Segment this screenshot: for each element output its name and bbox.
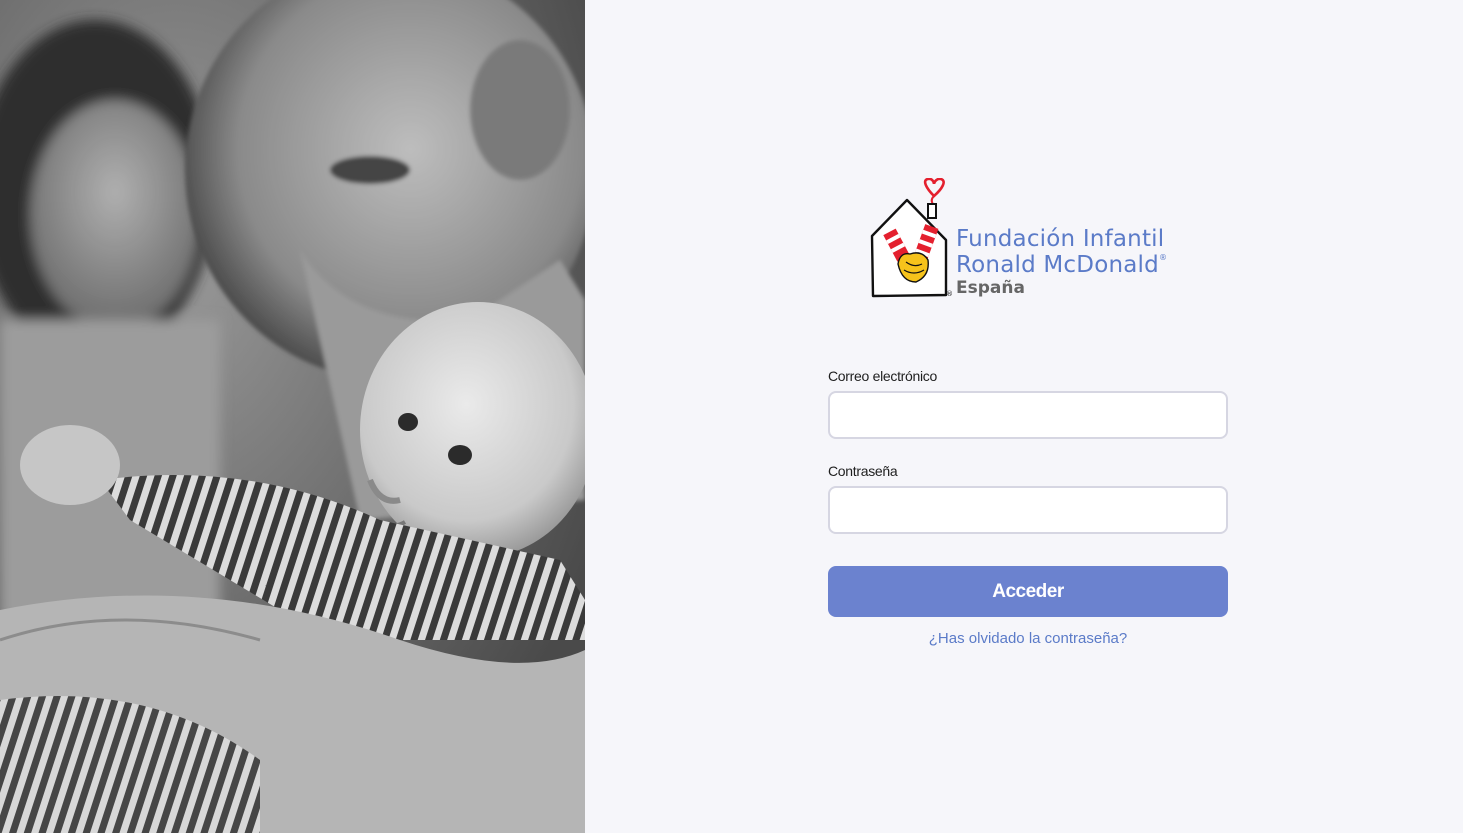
password-field[interactable] [828, 486, 1228, 534]
house-hands-icon: ® [870, 178, 953, 298]
login-panel: ® Fundación Infantil Ronald McDonald® Es… [585, 0, 1463, 833]
svg-text:®: ® [946, 290, 953, 298]
hero-photo [0, 0, 585, 833]
password-group: Contraseña [828, 463, 1228, 534]
logo-country: España [956, 278, 1025, 298]
email-label: Correo electrónico [828, 368, 937, 384]
login-form: Correo electrónico Contraseña Acceder ¿H… [828, 368, 1228, 647]
ronald-mcdonald-logo: ® Fundación Infantil Ronald McDonald® Es… [870, 178, 1190, 303]
password-label: Contraseña [828, 463, 898, 479]
forgot-password-link[interactable]: ¿Has olvidado la contraseña? [828, 630, 1228, 647]
registered-mark: ® [1158, 253, 1168, 262]
login-button[interactable]: Acceder [828, 566, 1228, 617]
family-photo-image [0, 0, 585, 833]
logo-title-line1: Fundación Infantil [956, 226, 1165, 252]
login-page: ® Fundación Infantil Ronald McDonald® Es… [0, 0, 1463, 833]
email-group: Correo electrónico [828, 368, 1228, 439]
logo-title-line2: Ronald McDonald® [956, 254, 1167, 277]
logo-title-name: Ronald McDonald [956, 252, 1159, 278]
email-field[interactable] [828, 391, 1228, 439]
logo-text: Fundación Infantil Ronald McDonald® Espa… [956, 228, 1167, 297]
